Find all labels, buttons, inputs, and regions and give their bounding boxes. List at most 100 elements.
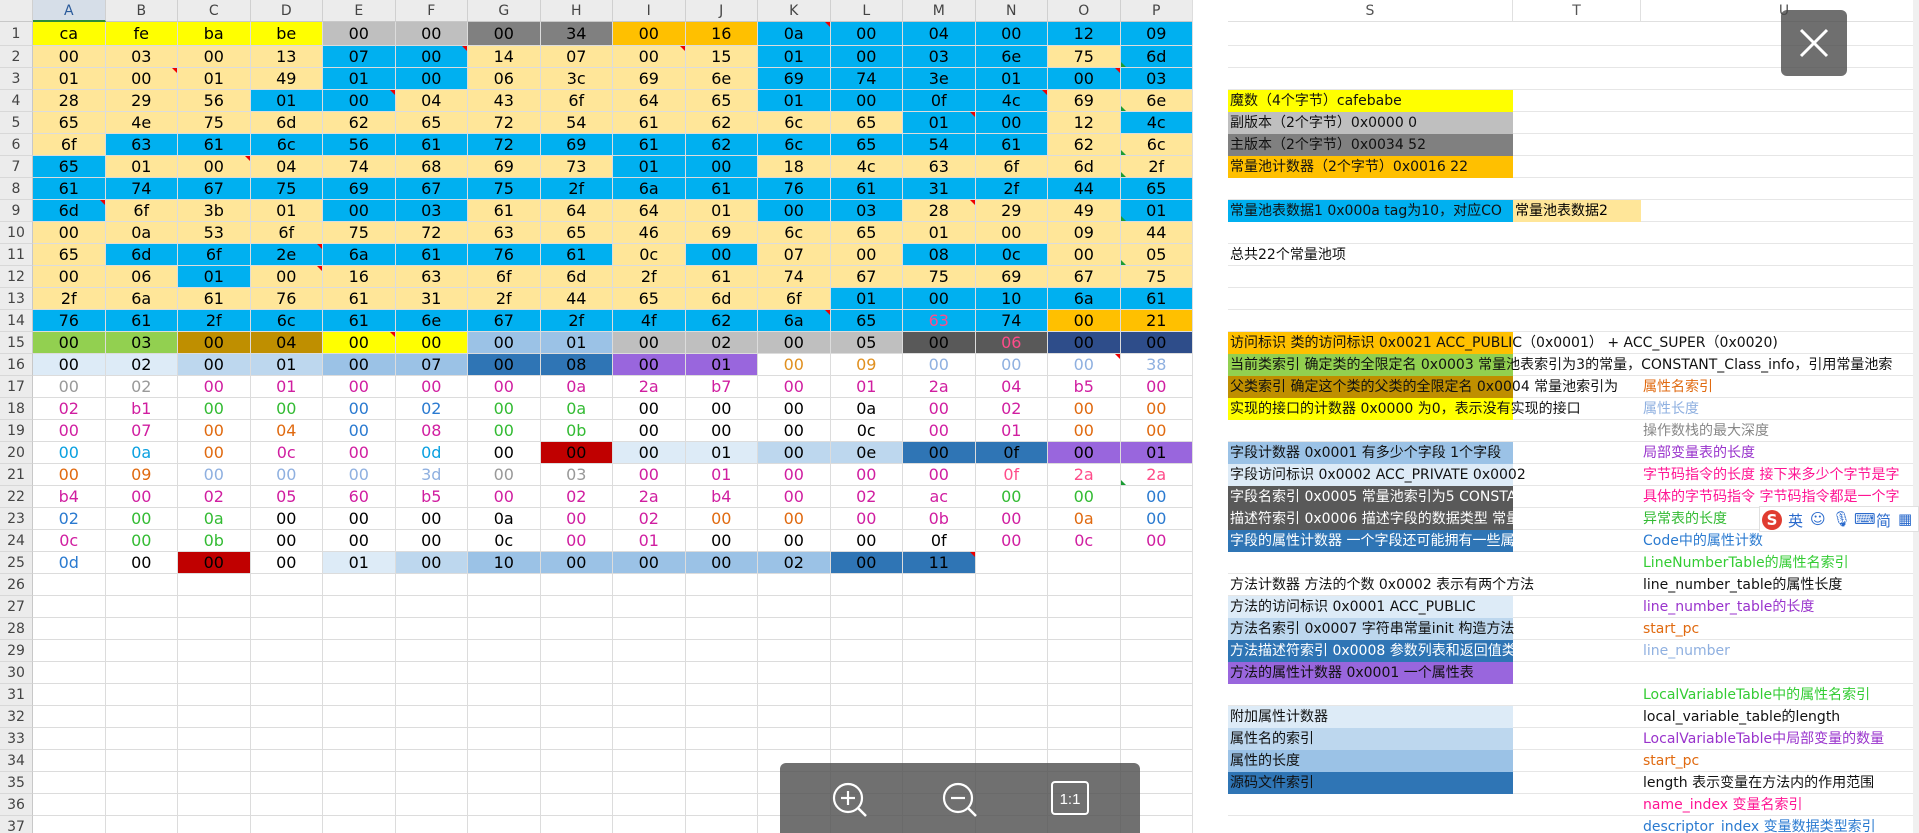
cell-g24[interactable]: 0c: [468, 530, 541, 552]
cell-l1[interactable]: 00: [830, 22, 903, 46]
column-header-h[interactable]: H: [540, 0, 613, 22]
cell-l16[interactable]: 09: [830, 354, 903, 376]
cell-c34[interactable]: [178, 750, 251, 772]
cell-m24[interactable]: 0f: [903, 530, 976, 552]
note-s-row-11[interactable]: 总共22个常量池项: [1228, 244, 1513, 266]
cell-d12[interactable]: 00: [250, 266, 323, 288]
cell-k19[interactable]: 00: [758, 420, 831, 442]
cell-g37[interactable]: [468, 816, 541, 833]
note-u-row-28[interactable]: start_pc: [1641, 618, 1699, 640]
cell-i37[interactable]: [613, 816, 686, 833]
cell-h15[interactable]: 01: [540, 332, 613, 354]
cell-p16[interactable]: 38: [1120, 354, 1193, 376]
cell-p12[interactable]: 75: [1120, 266, 1193, 288]
cell-d19[interactable]: 04: [250, 420, 323, 442]
cell-i18[interactable]: 00: [613, 398, 686, 420]
cell-g13[interactable]: 2f: [468, 288, 541, 310]
cell-p29[interactable]: [1120, 640, 1193, 662]
cell-k13[interactable]: 6f: [758, 288, 831, 310]
cell-d3[interactable]: 49: [250, 68, 323, 90]
cell-k11[interactable]: 07: [758, 244, 831, 266]
cell-l6[interactable]: 65: [830, 134, 903, 156]
cell-b11[interactable]: 6d: [105, 244, 178, 266]
cell-b23[interactable]: 00: [105, 508, 178, 530]
cell-i36[interactable]: [613, 794, 686, 816]
cell-e28[interactable]: [323, 618, 396, 640]
cell-b24[interactable]: 00: [105, 530, 178, 552]
cell-d15[interactable]: 04: [250, 332, 323, 354]
cell-g23[interactable]: 0a: [468, 508, 541, 530]
cell-i34[interactable]: [613, 750, 686, 772]
cell-h14[interactable]: 2f: [540, 310, 613, 332]
cell-g9[interactable]: 61: [468, 200, 541, 222]
cell-c3[interactable]: 01: [178, 68, 251, 90]
cell-p10[interactable]: 44: [1120, 222, 1193, 244]
cell-p27[interactable]: [1120, 596, 1193, 618]
cell-k1[interactable]: 0a: [758, 22, 831, 46]
cell-d18[interactable]: 00: [250, 398, 323, 420]
cell-i3[interactable]: 69: [613, 68, 686, 90]
row-header-1[interactable]: 1: [0, 22, 33, 46]
cell-b26[interactable]: [105, 574, 178, 596]
cell-d33[interactable]: [250, 728, 323, 750]
cell-f24[interactable]: 00: [395, 530, 468, 552]
column-header-l[interactable]: L: [830, 0, 903, 22]
cell-a33[interactable]: [33, 728, 106, 750]
cell-l2[interactable]: 00: [830, 46, 903, 68]
note-u-row-19[interactable]: 操作数栈的最大深度: [1641, 420, 1769, 442]
cell-i4[interactable]: 64: [613, 90, 686, 112]
cell-i1[interactable]: 00: [613, 22, 686, 46]
cell-o20[interactable]: 00: [1048, 442, 1121, 464]
actual-size-button[interactable]: 1:1: [1040, 773, 1100, 823]
cell-n23[interactable]: 00: [975, 508, 1048, 530]
cell-j35[interactable]: [685, 772, 758, 794]
cell-g6[interactable]: 72: [468, 134, 541, 156]
cell-o8[interactable]: 44: [1048, 178, 1121, 200]
cell-k25[interactable]: 02: [758, 552, 831, 574]
cell-d13[interactable]: 76: [250, 288, 323, 310]
row-header-20[interactable]: 20: [0, 442, 33, 464]
cell-n13[interactable]: 10: [975, 288, 1048, 310]
cell-l29[interactable]: [830, 640, 903, 662]
cell-c33[interactable]: [178, 728, 251, 750]
cell-f10[interactable]: 72: [395, 222, 468, 244]
cell-d26[interactable]: [250, 574, 323, 596]
cell-f3[interactable]: 00: [395, 68, 468, 90]
cell-j4[interactable]: 65: [685, 90, 758, 112]
cell-i30[interactable]: [613, 662, 686, 684]
cell-b31[interactable]: [105, 684, 178, 706]
cell-i16[interactable]: 00: [613, 354, 686, 376]
note-s-row-27[interactable]: 方法的访问标识 0x0001 ACC_PUBLIC: [1228, 596, 1513, 618]
cell-k27[interactable]: [758, 596, 831, 618]
row-header-13[interactable]: 13: [0, 288, 33, 310]
cell-p7[interactable]: 2f: [1120, 156, 1193, 178]
note-s-row-15[interactable]: 访问标识 类的访问标识 0x0021 ACC_PUBLIC（0x0001） + …: [1228, 332, 1778, 354]
cell-j26[interactable]: [685, 574, 758, 596]
cell-a34[interactable]: [33, 750, 106, 772]
cell-d23[interactable]: 00: [250, 508, 323, 530]
cell-b20[interactable]: 0a: [105, 442, 178, 464]
cell-k31[interactable]: [758, 684, 831, 706]
cell-b10[interactable]: 0a: [105, 222, 178, 244]
cell-g27[interactable]: [468, 596, 541, 618]
cell-h10[interactable]: 65: [540, 222, 613, 244]
cell-j29[interactable]: [685, 640, 758, 662]
cell-p25[interactable]: [1120, 552, 1193, 574]
cell-p23[interactable]: 00: [1120, 508, 1193, 530]
row-header-25[interactable]: 25: [0, 552, 33, 574]
cell-a31[interactable]: [33, 684, 106, 706]
cell-c17[interactable]: 00: [178, 376, 251, 398]
cell-m12[interactable]: 75: [903, 266, 976, 288]
cell-m14[interactable]: 63: [903, 310, 976, 332]
cell-d34[interactable]: [250, 750, 323, 772]
note-u-row-26[interactable]: line_number_table的属性长度: [1641, 574, 1842, 596]
cell-m8[interactable]: 31: [903, 178, 976, 200]
row-header-17[interactable]: 17: [0, 376, 33, 398]
cell-j33[interactable]: [685, 728, 758, 750]
note-u-row-34[interactable]: start_pc: [1641, 750, 1699, 772]
cell-p19[interactable]: 00: [1120, 420, 1193, 442]
cell-j25[interactable]: 00: [685, 552, 758, 574]
cell-f15[interactable]: 00: [395, 332, 468, 354]
note-s-row-22[interactable]: 字段名索引 0x0005 常量池索引为5 CONSTANT_Uft8_info …: [1228, 486, 1627, 508]
cell-l33[interactable]: [830, 728, 903, 750]
